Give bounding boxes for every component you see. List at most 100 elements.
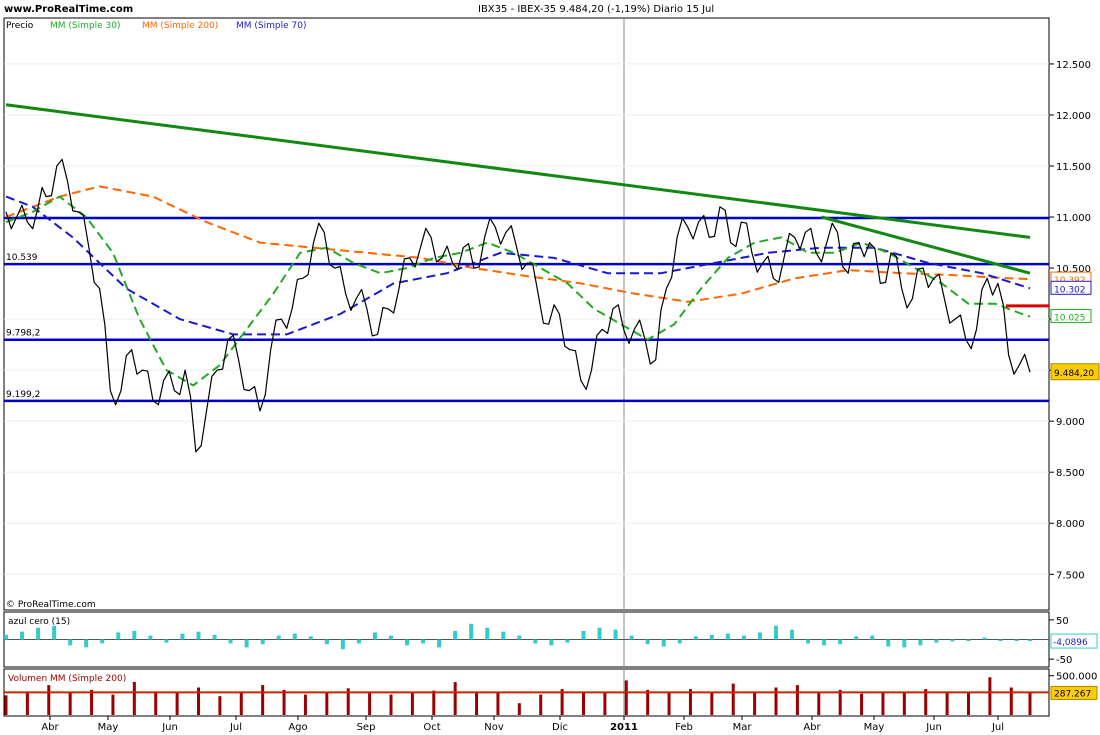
right-label-text: 10.302 (1054, 285, 1086, 295)
y-tick-label: 11.000 (1056, 213, 1091, 224)
right-label-text: 10.025 (1054, 314, 1086, 324)
indicator-bar (1014, 639, 1019, 642)
indicator-bar (340, 639, 345, 650)
volume-bar (154, 691, 158, 715)
volume-bar (753, 691, 757, 715)
volume-bar (496, 693, 500, 715)
indicator-bar (757, 632, 762, 640)
x-tick-label: Jun (161, 722, 178, 733)
indicator-bar (196, 631, 201, 640)
volume-bar (218, 696, 222, 715)
x-tick-label: Sep (357, 722, 376, 733)
volume-bar (667, 691, 671, 715)
legend-mm30: MM (Simple 30) (50, 21, 120, 31)
indicator-bar (405, 639, 410, 646)
indicator-bar (725, 633, 730, 640)
indicator-bar (148, 635, 153, 640)
indicator-bar (100, 639, 105, 644)
y-tick-label: 12.500 (1056, 60, 1091, 71)
indicator-bar (501, 631, 506, 640)
volume-bar (967, 692, 971, 715)
chart-window: 10.539 9.798,2 9.199,2 50 -50 -4,0896 500.00… (0, 0, 1100, 735)
indicator-bar (244, 639, 249, 648)
indicator-bar (677, 639, 682, 644)
indicator-bar (276, 635, 281, 640)
indicator-bar (709, 634, 714, 640)
volume-bars-group: 500.000 287.267 (4, 672, 1098, 715)
volume-last-value: 287.267 (1054, 689, 1091, 699)
indicator-bar (421, 639, 426, 644)
volume-bar (175, 693, 179, 715)
indicator-bar (164, 639, 169, 643)
volume-bar (945, 691, 949, 715)
x-tick-label: Jul (229, 722, 242, 733)
indicator-bar (661, 639, 666, 647)
indicator-bar (822, 639, 827, 646)
indicator-bar (453, 630, 458, 640)
volume-bar (795, 685, 799, 715)
indicator-bar (870, 635, 875, 640)
volume-bar (303, 694, 307, 715)
volume-bar (68, 693, 72, 715)
indicator-bar (132, 630, 137, 640)
indicator-bar (292, 633, 297, 640)
indicator-bar (308, 636, 313, 640)
indicator-bar (212, 634, 217, 640)
volume-bar (881, 691, 885, 715)
indicator-bar (806, 639, 811, 644)
y-tick-label: 7.500 (1056, 570, 1085, 581)
volume-bar (517, 703, 521, 715)
volume-bar (838, 689, 842, 715)
volume-bar (325, 693, 329, 715)
volume-bar (1028, 691, 1032, 715)
volume-bar (368, 691, 372, 715)
indicator-bar (4, 634, 8, 640)
volume-bar (90, 689, 94, 715)
volume-bar (817, 691, 821, 715)
x-tick-label: Jun (925, 722, 942, 733)
indicator-bar (324, 639, 329, 645)
indicator-bar (36, 627, 41, 640)
x-tick-label: May (864, 722, 885, 733)
indicator-bar (886, 639, 891, 647)
legend-mm70: MM (Simple 70) (236, 21, 306, 31)
y-tick-label: 11.500 (1056, 162, 1091, 173)
volume-bar (389, 694, 393, 715)
indicator-bar (260, 639, 265, 645)
indicator-bar (629, 635, 634, 640)
volume-title: Volumen MM (Simple 200) (8, 674, 126, 684)
indicator-bar (581, 630, 586, 640)
volume-bar (132, 682, 136, 715)
indicator-bar (437, 639, 442, 648)
indicator-bar (20, 631, 25, 640)
level-label: 9.798,2 (6, 329, 40, 339)
volume-tick-label: 500.000 (1056, 672, 1097, 683)
y-tick-label: 9.000 (1056, 417, 1085, 428)
volume-bar (582, 691, 586, 715)
indicator-bar (790, 629, 795, 640)
volume-bar (731, 683, 735, 715)
indicator-bars-group: 50 -50 -4,0896 (4, 616, 1098, 666)
x-tick-label: May (98, 722, 119, 733)
indicator-bar (52, 625, 57, 640)
indicator-bar (1028, 639, 1032, 642)
site-label[interactable]: www.ProRealTime.com (4, 4, 133, 15)
indicator-bar (597, 627, 602, 640)
indicator-bar (549, 639, 554, 646)
series-line-mm-simple-200- (5, 185, 1031, 303)
indicator-bar (565, 639, 570, 643)
x-tick-label: Feb (675, 722, 693, 733)
indicator-tick-label: 50 (1056, 616, 1069, 627)
volume-bar (25, 691, 29, 715)
series-line-mm-simple-30- (5, 195, 1031, 387)
indicator-bar (389, 635, 394, 640)
x-tick-label: Mar (733, 722, 753, 733)
indicator-bar (950, 639, 955, 642)
indicator-last-value: -4,0896 (1053, 638, 1088, 648)
indicator-bar (774, 625, 779, 640)
indicator-bar (693, 636, 698, 640)
indicator-bar (485, 627, 490, 640)
indicator-bar (645, 639, 650, 645)
indicator-bar (469, 623, 474, 640)
y-tick-label: 8.500 (1056, 468, 1085, 479)
